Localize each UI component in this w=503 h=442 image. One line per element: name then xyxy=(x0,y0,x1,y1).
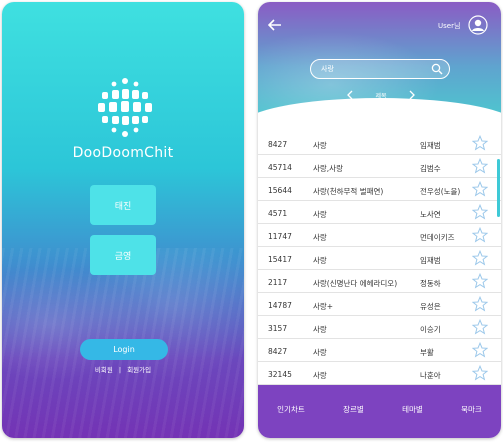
song-title: 사랑 xyxy=(313,371,327,380)
song-row[interactable]: 15417 사랑 임재범 xyxy=(258,247,501,270)
star-icon[interactable] xyxy=(472,204,488,220)
song-artist: 임재범 xyxy=(420,256,441,265)
song-number: 3157 xyxy=(268,324,288,333)
song-row[interactable]: 11747 사랑 먼데이키즈 xyxy=(258,224,501,247)
song-title: 사랑 xyxy=(313,348,327,357)
song-title: 사랑 xyxy=(313,256,327,265)
disco-ball-icon xyxy=(98,78,152,137)
song-row[interactable]: 2117 사랑(신명난다 에헤라디오) 정동하 xyxy=(258,270,501,293)
song-title: 사랑 xyxy=(313,210,327,219)
kumyoung-button[interactable]: 금영 xyxy=(90,235,156,275)
song-title: 사랑(신명난다 에헤라디오) xyxy=(313,279,398,288)
star-icon[interactable] xyxy=(472,135,488,151)
song-number: 4571 xyxy=(268,209,288,218)
song-title: 사랑,사랑 xyxy=(313,164,343,173)
nav-genre[interactable]: 장르별 xyxy=(343,404,364,415)
star-icon[interactable] xyxy=(472,273,488,289)
login-links: 비회원 | 회원가입 xyxy=(2,364,244,374)
guest-link[interactable]: 비회원 xyxy=(95,366,113,374)
filter-label: 제목 xyxy=(375,92,387,100)
user-avatar-icon[interactable] xyxy=(468,15,488,35)
filter-selector: 제목 xyxy=(346,88,416,102)
song-number: 15644 xyxy=(268,186,292,195)
star-icon[interactable] xyxy=(472,227,488,243)
song-row[interactable]: 4571 사랑 노사연 xyxy=(258,201,501,224)
song-row[interactable]: 3157 사랑 이승기 xyxy=(258,316,501,339)
nav-popular-chart[interactable]: 인기차트 xyxy=(277,404,305,415)
star-icon[interactable] xyxy=(472,181,488,197)
song-title: 사랑 xyxy=(313,325,327,334)
star-icon[interactable] xyxy=(472,296,488,312)
bottom-nav: 인기차트 장르별 테마별 북마크 xyxy=(258,385,501,438)
song-row[interactable]: 15644 사랑(천하무적 벌패연) 전우성(노을) xyxy=(258,178,501,201)
signup-link[interactable]: 회원가입 xyxy=(127,366,151,374)
star-icon[interactable] xyxy=(472,319,488,335)
list-scrollbar[interactable] xyxy=(497,159,500,217)
song-artist: 김범수 xyxy=(420,164,441,173)
nav-theme[interactable]: 테마별 xyxy=(402,404,423,415)
song-row[interactable]: 32145 사랑 나훈아 xyxy=(258,362,501,385)
song-title: 사랑(천하무적 벌패연) xyxy=(313,187,384,196)
song-artist: 노사연 xyxy=(420,210,441,219)
song-number: 14787 xyxy=(268,301,292,310)
song-artist: 이승기 xyxy=(420,325,441,334)
song-title: 사랑 xyxy=(313,233,327,242)
search-value: 사랑 xyxy=(321,65,334,73)
song-artist: 유성은 xyxy=(420,302,441,311)
song-artist: 임재범 xyxy=(420,141,441,150)
song-number: 11747 xyxy=(268,232,292,241)
song-number: 8427 xyxy=(268,140,288,149)
link-divider: | xyxy=(118,366,122,374)
song-row[interactable]: 45714 사랑,사랑 김범수 xyxy=(258,155,501,178)
login-button[interactable]: Login xyxy=(80,339,168,360)
song-number: 2117 xyxy=(268,278,288,287)
nav-bookmark[interactable]: 북마크 xyxy=(461,404,482,415)
song-list-screen: User님 사랑 제목 8427 사랑 임재범 45714 사랑,사랑 김범수 … xyxy=(258,2,501,438)
song-list: 8427 사랑 임재범 45714 사랑,사랑 김범수 15644 사랑(천하무… xyxy=(258,132,501,385)
search-icon[interactable] xyxy=(431,63,443,75)
song-artist: 부활 xyxy=(420,348,434,357)
search-input[interactable]: 사랑 xyxy=(310,59,450,79)
chevron-right-icon[interactable] xyxy=(408,90,416,100)
song-artist: 나훈아 xyxy=(420,371,441,380)
star-icon[interactable] xyxy=(472,158,488,174)
song-artist: 전우성(노을) xyxy=(420,187,461,196)
song-row[interactable]: 14787 사랑+ 유성은 xyxy=(258,293,501,316)
chevron-left-icon[interactable] xyxy=(346,90,354,100)
star-icon[interactable] xyxy=(472,342,488,358)
song-row[interactable]: 8427 사랑 임재범 xyxy=(258,132,501,155)
song-number: 45714 xyxy=(268,163,292,172)
song-number: 8427 xyxy=(268,347,288,356)
song-number: 15417 xyxy=(268,255,292,264)
song-title: 사랑+ xyxy=(313,302,334,311)
user-label: User님 xyxy=(438,22,461,30)
app-logo-text: DooDoomChit xyxy=(72,145,174,161)
login-screen: DooDoomChit 태진 금영 Login 비회원 | 회원가입 xyxy=(2,2,244,438)
star-icon[interactable] xyxy=(472,250,488,266)
song-title: 사랑 xyxy=(313,141,327,150)
song-artist: 먼데이키즈 xyxy=(420,233,455,242)
star-icon[interactable] xyxy=(472,365,488,381)
song-row[interactable]: 8427 사랑 부활 xyxy=(258,339,501,362)
back-arrow-icon[interactable] xyxy=(268,18,282,32)
song-artist: 정동하 xyxy=(420,279,441,288)
taejin-button[interactable]: 태진 xyxy=(90,185,156,225)
song-number: 32145 xyxy=(268,370,292,379)
